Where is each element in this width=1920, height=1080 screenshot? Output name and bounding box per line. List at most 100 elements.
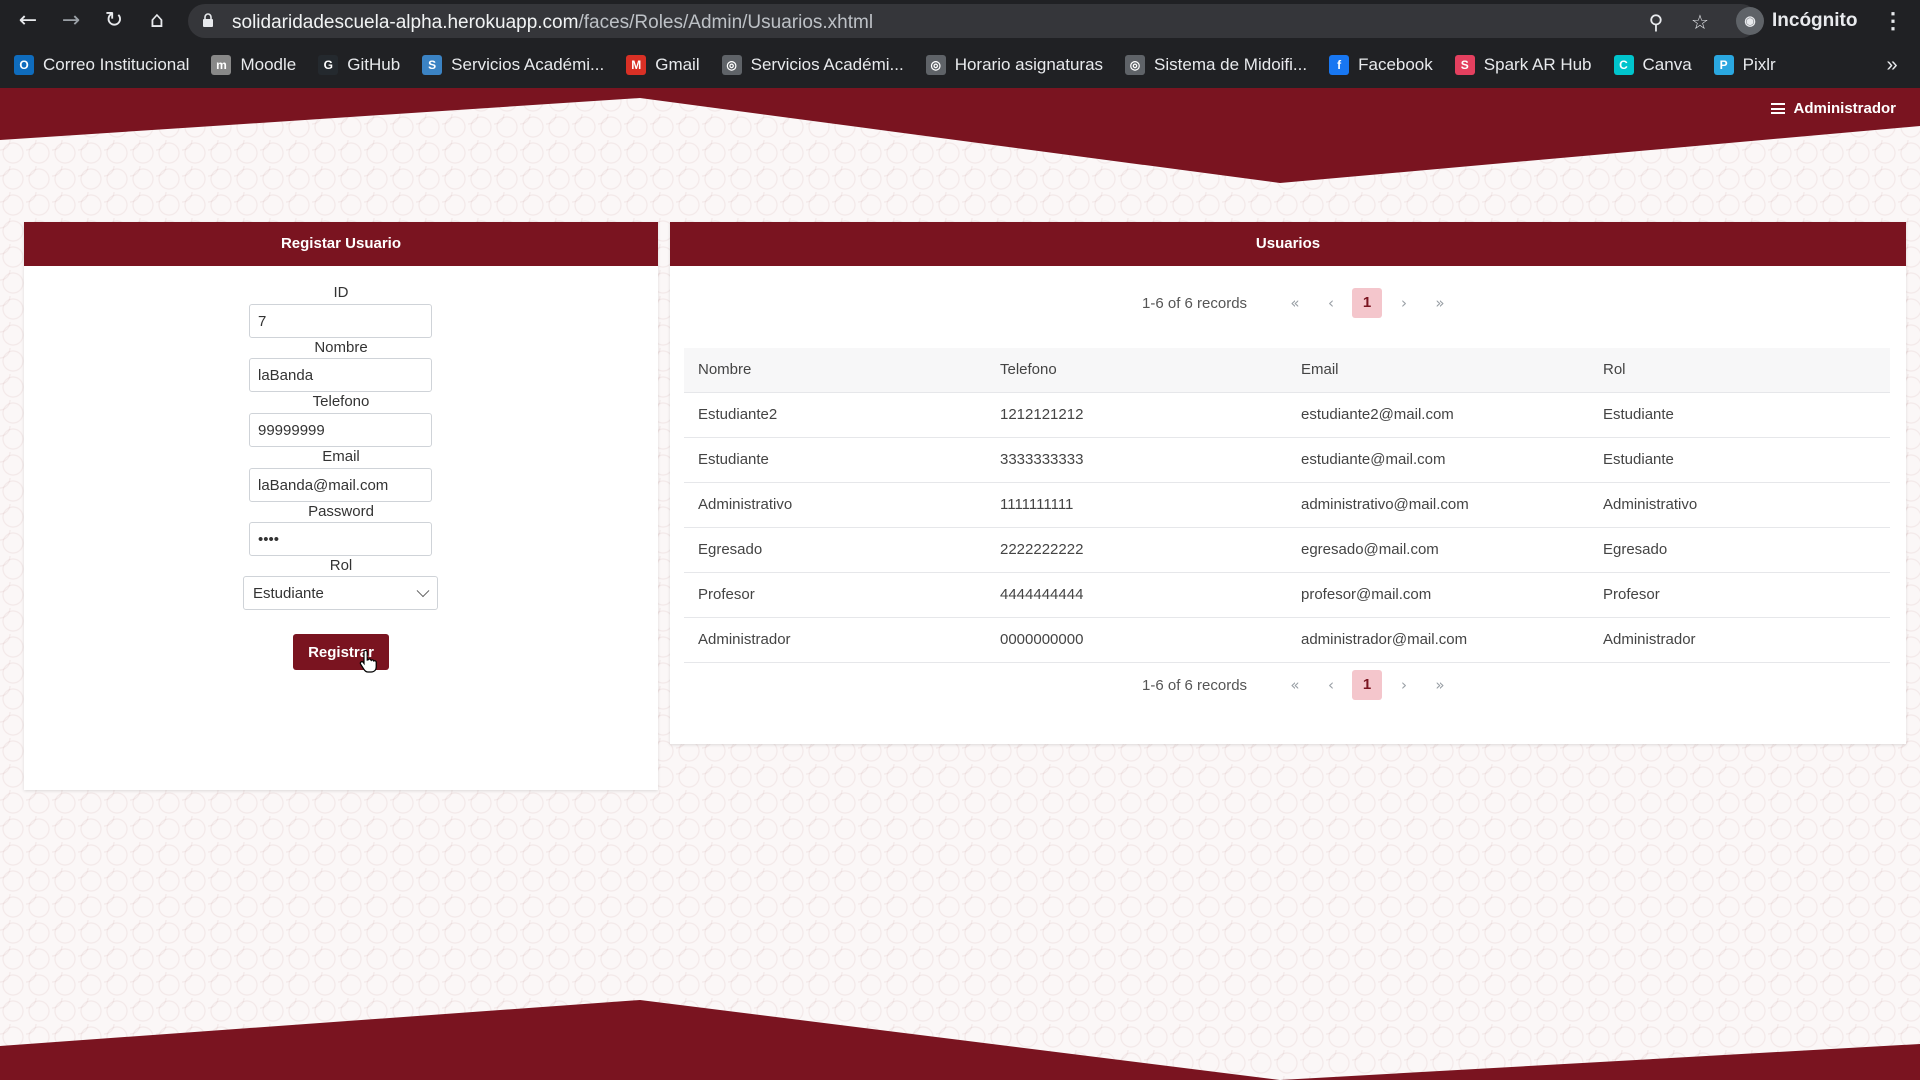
hamburger-icon (1771, 103, 1786, 114)
bookmark-label: Servicios Académi... (750, 55, 904, 74)
chevron-down-icon[interactable] (416, 584, 430, 598)
incognito-label: Incógnito (1772, 10, 1858, 31)
first-page-icon[interactable]: « (1280, 288, 1310, 318)
rol-select[interactable]: Estudiante (243, 576, 438, 610)
paginator-info: 1-6 of 6 records (1142, 295, 1248, 312)
rol-label: Rol (329, 557, 353, 574)
bookmark-item[interactable]: S Servicios Académi... (422, 55, 604, 75)
table-header-row: Nombre Telefono Email Rol (684, 348, 1890, 392)
page-button-current[interactable]: 1 (1352, 670, 1382, 700)
canva-icon: C (1613, 55, 1634, 75)
table-cell: Administrativo (684, 481, 986, 527)
bookmark-item[interactable]: S Spark AR Hub (1454, 55, 1592, 75)
zoom-icon[interactable]: ⚲ (1644, 10, 1668, 34)
last-page-icon[interactable]: » (1425, 288, 1455, 318)
bookmark-label: Spark AR Hub (1483, 55, 1592, 74)
page-button-current[interactable]: 1 (1352, 288, 1382, 318)
bookmark-item[interactable]: ◎ Servicios Académi... (721, 55, 904, 75)
table-row[interactable]: Estudiante2 1212121212 estudiante2@mail.co… (684, 391, 1890, 437)
back-icon[interactable]: ← (12, 6, 44, 36)
rol-select-value: Estudiante (253, 585, 324, 602)
bookmark-item[interactable]: M Gmail (626, 55, 700, 75)
table-row[interactable]: Administrador 0000000000 administrador@mai… (684, 616, 1890, 663)
bookmark-label: Moodle (240, 55, 297, 74)
table-cell: estudiante@mail.com (1287, 436, 1589, 482)
telefono-label: Telefono (312, 393, 370, 410)
table-cell: Profesor (1589, 571, 1890, 617)
first-page-icon[interactable]: « (1280, 670, 1310, 700)
column-header[interactable]: Nombre (684, 348, 986, 392)
bookmark-item[interactable]: C Canva (1613, 55, 1692, 75)
password-field[interactable] (249, 522, 432, 556)
spark-ar-icon: S (1454, 55, 1475, 75)
nombre-field[interactable] (249, 358, 432, 392)
globe-icon: ◎ (1125, 55, 1146, 75)
table-row[interactable]: Administrativo 1111111111 administrativo@m… (684, 481, 1890, 527)
id-field[interactable] (249, 304, 432, 338)
column-header[interactable]: Rol (1589, 348, 1890, 392)
prev-page-icon[interactable]: ‹ (1316, 288, 1346, 318)
bookmark-item[interactable]: G GitHub (318, 55, 400, 75)
address-bar[interactable]: solidaridadescuela-alpha.herokuapp.com/f… (188, 4, 1758, 38)
bookmark-item[interactable]: ◎ Sistema de Midoifi... (1125, 55, 1307, 75)
next-page-icon[interactable]: › (1389, 670, 1419, 700)
url-text[interactable]: solidaridadescuela-alpha.herokuapp.com/f… (232, 12, 873, 34)
table-cell: Estudiante2 (684, 391, 986, 437)
table-cell: Estudiante (1589, 391, 1890, 437)
table-cell: 4444444444 (986, 571, 1287, 617)
table-row[interactable]: Estudiante 3333333333 estudiante@mail.com E… (684, 436, 1890, 482)
bookmark-label: Canva (1642, 55, 1692, 74)
table-row[interactable]: Profesor 4444444444 profesor@mail.com Profe… (684, 571, 1890, 617)
column-header[interactable]: Telefono (986, 348, 1287, 392)
bookmark-item[interactable]: O Correo Institucional (14, 55, 189, 75)
table-row[interactable]: Egresado 2222222222 egresado@mail.com Egres… (684, 526, 1890, 572)
email-field[interactable] (249, 468, 432, 502)
url-path: /faces/Roles/Admin/Usuarios.xhtml (578, 12, 874, 33)
footer-wave (0, 1000, 1920, 1080)
table-cell: Egresado (684, 526, 986, 572)
incognito-profile[interactable]: ◉ Incógnito (1736, 4, 1857, 38)
table-cell: 1111111111 (986, 481, 1287, 527)
table-cell: administrador@mail.com (1287, 616, 1589, 663)
browser-menu-icon[interactable]: ⋮ (1882, 6, 1904, 36)
gmail-icon: M (626, 55, 647, 75)
table-cell: profesor@mail.com (1287, 571, 1589, 617)
home-icon[interactable]: ⌂ (141, 6, 173, 36)
bookmark-item[interactable]: P Pixlr (1713, 55, 1776, 75)
column-header[interactable]: Email (1287, 348, 1589, 392)
hand-pointer-icon (359, 650, 377, 673)
table-cell: Estudiante (684, 436, 986, 482)
bookmarks-overflow-icon[interactable]: » (1880, 50, 1904, 80)
bookmark-label: Sistema de Midoifi... (1154, 55, 1308, 74)
table-cell: Profesor (684, 571, 986, 617)
pixlr-icon: P (1713, 55, 1734, 75)
paginator-info: 1-6 of 6 records (1142, 677, 1248, 694)
browser-toolbar: ← → ↻ ⌂ solidaridadescuela-alpha.herokua… (0, 0, 1920, 42)
bookmark-item[interactable]: m Moodle (211, 55, 296, 75)
users-panel: Usuarios 1-6 of 6 records « ‹ 1 › » Nomb… (670, 222, 1906, 744)
globe-icon: ◎ (721, 55, 742, 75)
admin-menu[interactable]: Administrador (1771, 100, 1896, 117)
bookmark-star-icon[interactable]: ☆ (1688, 10, 1712, 34)
lock-icon[interactable] (202, 13, 214, 27)
reload-icon[interactable]: ↻ (98, 6, 130, 36)
moodle-icon: m (211, 55, 232, 75)
email-label: Email (322, 448, 360, 465)
bookmark-item[interactable]: f Facebook (1329, 55, 1433, 75)
bookmarks-bar: O Correo Institucional m Moodle G GitHub S Serv… (14, 50, 1776, 80)
table-cell: egresado@mail.com (1287, 526, 1589, 572)
sia-icon: S (422, 55, 443, 75)
header-wave (0, 88, 1920, 183)
users-title: Usuarios (670, 222, 1906, 266)
next-page-icon[interactable]: › (1389, 288, 1419, 318)
bookmark-label: Servicios Académi... (451, 55, 605, 74)
prev-page-icon[interactable]: ‹ (1316, 670, 1346, 700)
telefono-field[interactable] (249, 413, 432, 447)
last-page-icon[interactable]: » (1425, 670, 1455, 700)
table-cell: 3333333333 (986, 436, 1287, 482)
bookmark-item[interactable]: ◎ Horario asignaturas (925, 55, 1103, 75)
table-body: Estudiante2 1212121212 estudiante2@mail.co… (684, 391, 1890, 663)
register-user-title: Registar Usuario (24, 222, 658, 266)
table-cell: Administrador (1589, 616, 1890, 663)
forward-icon[interactable]: → (55, 6, 87, 36)
